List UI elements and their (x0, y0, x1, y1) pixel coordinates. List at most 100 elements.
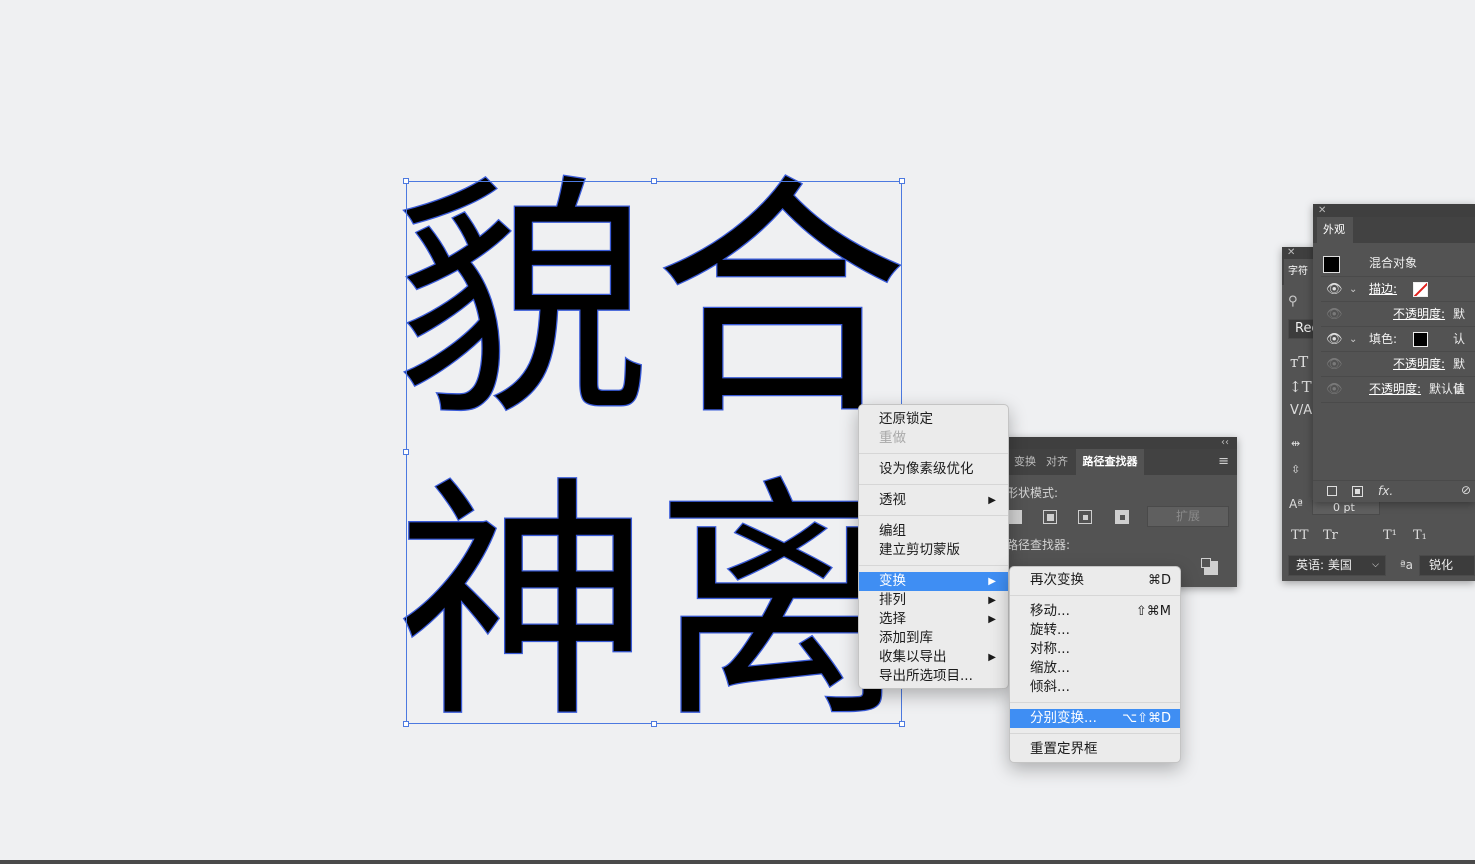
stroke-label[interactable]: 描边: (1369, 277, 1397, 302)
antialias-icon: ªa (1400, 558, 1414, 572)
menu-label: 选择 (879, 611, 906, 627)
chevron-down-icon: ⌵ (1372, 560, 1379, 570)
tab-transform[interactable]: 变换 (1006, 449, 1040, 475)
stroke-row[interactable]: 👁 ⌄ 描边: (1321, 276, 1475, 302)
menu-item-scale[interactable]: 缩放... (1010, 659, 1180, 678)
menu-item-reflect[interactable]: 对称... (1010, 640, 1180, 659)
handle-top-left[interactable] (403, 178, 409, 184)
menu-item-export-selection[interactable]: 导出所选项目... (859, 667, 1008, 686)
panel-menu-icon[interactable]: ≡ (1218, 454, 1229, 469)
tab-character[interactable]: 字符 (1284, 259, 1316, 285)
menu-item-pixel-optimize[interactable]: 设为像素级优化 (859, 460, 1008, 479)
menu-item-shear[interactable]: 倾斜... (1010, 678, 1180, 697)
antialias-select[interactable]: 锐化 (1419, 555, 1475, 576)
object-thumbnail (1323, 256, 1340, 273)
menu-label: 分别变换... (1030, 710, 1097, 726)
minus-front-icon[interactable] (1043, 510, 1057, 524)
menu-item-perspective[interactable]: 透视 ▶ (859, 491, 1008, 510)
menu-item-transform-again[interactable]: 再次变换 ⌘D (1010, 571, 1180, 590)
tracking-icon: ⇹ (1291, 437, 1301, 450)
menu-item-redo: 重做 (879, 430, 906, 446)
chevron-down-icon[interactable]: ⌄ (1349, 327, 1357, 352)
fill-black-swatch[interactable] (1413, 332, 1428, 347)
submenu-arrow-icon: ▶ (988, 576, 996, 587)
font-search-icon[interactable]: ⚲ (1288, 294, 1298, 309)
stroke-none-swatch[interactable] (1413, 282, 1428, 297)
leading-icon: ↕T (1289, 378, 1312, 396)
opacity-label[interactable]: 不透明度: (1393, 352, 1445, 377)
menu-item-transform[interactable]: 变换 ▶ (859, 572, 1008, 591)
appearance-close-icon[interactable]: ✕ (1318, 205, 1326, 216)
menu-separator (859, 565, 1008, 566)
fx-icon[interactable]: fx. (1378, 484, 1393, 498)
window-bottom-edge (0, 860, 1475, 864)
handle-top-right[interactable] (899, 178, 905, 184)
glyph-he[interactable]: 合 (653, 172, 909, 432)
subscript-button[interactable]: T₁ (1413, 528, 1427, 543)
fill-opacity-row[interactable]: 👁 不透明度: 默认 (1321, 351, 1475, 396)
menu-item-arrange[interactable]: 排列 ▶ (859, 591, 1008, 610)
handle-bottom-left[interactable] (403, 721, 409, 727)
eye-icon[interactable]: 👁 (1326, 327, 1343, 352)
tab-pathfinder[interactable]: 路径查找器 (1076, 449, 1144, 475)
appearance-panel: ✕ 外观 混合对象 👁 ⌄ 描边: 👁 不透明度: 默认 👁 ⌄ 填色: 👁 不… (1313, 204, 1475, 502)
menu-separator (859, 515, 1008, 516)
pathfinder-panel: ‹‹ 变换 对齐 路径查找器 ≡ 形状模式: 扩展 路径查找器: (1006, 437, 1237, 587)
unite-icon[interactable] (1008, 510, 1022, 524)
language-select[interactable]: 英语: 美国 ⌵ (1288, 555, 1386, 576)
appearance-object-row[interactable]: 混合对象 (1313, 251, 1475, 276)
superscript-button[interactable]: T¹ (1383, 528, 1397, 543)
menu-label: 排列 (879, 592, 906, 608)
opacity-label[interactable]: 不透明度: (1393, 302, 1445, 327)
transform-submenu: 再次变换 ⌘D 移动... ⇧⌘M 旋转... 对称... 缩放... 倾斜... … (1009, 566, 1181, 763)
menu-item-clipping-mask[interactable]: 建立剪切蒙版 (859, 541, 1008, 560)
handle-bottom-center[interactable] (651, 721, 657, 727)
expand-button[interactable]: 扩展 (1147, 506, 1229, 527)
menu-label: 变换 (879, 573, 906, 589)
menu-item-revert-lock[interactable]: 还原锁定 (859, 410, 1008, 429)
intersect-icon[interactable] (1078, 510, 1092, 524)
small-caps-button[interactable]: Tr (1323, 528, 1338, 543)
all-caps-button[interactable]: TT (1291, 528, 1309, 543)
fill-label[interactable]: 填色: (1369, 327, 1397, 352)
glyph-mao[interactable]: 貌 (395, 172, 651, 432)
menu-item-group[interactable]: 编组 (859, 522, 1008, 541)
appearance-title-bar[interactable] (1313, 204, 1475, 217)
handle-bottom-right[interactable] (899, 721, 905, 727)
menu-item-collect-export[interactable]: 收集以导出 ▶ (859, 648, 1008, 667)
character-close-icon[interactable]: ✕ (1287, 247, 1295, 258)
collapse-icon[interactable]: ‹‹ (1221, 437, 1229, 448)
menu-item-rotate[interactable]: 旋转... (1010, 621, 1180, 640)
menu-separator (859, 453, 1008, 454)
baseline-shift-icon: Aª (1289, 497, 1303, 511)
menu-item-add-to-library[interactable]: 添加到库 (859, 629, 1008, 648)
add-fill-icon[interactable] (1352, 486, 1363, 497)
stroke-opacity-row[interactable]: 👁 不透明度: 默认 (1321, 301, 1475, 346)
menu-item-move[interactable]: 移动... ⇧⌘M (1010, 602, 1180, 621)
shape-modes-label: 形状模式: (1006, 486, 1059, 500)
handle-middle-left[interactable] (403, 449, 409, 455)
tab-appearance[interactable]: 外观 (1317, 217, 1353, 243)
merge-icon[interactable] (1201, 558, 1218, 575)
eye-icon[interactable]: 👁 (1326, 377, 1343, 402)
exclude-icon[interactable] (1115, 510, 1129, 524)
handle-top-center[interactable] (651, 178, 657, 184)
menu-label: 收集以导出 (879, 649, 947, 665)
clear-appearance-icon[interactable]: ⊘ (1461, 483, 1471, 497)
menu-item-transform-each[interactable]: 分别变换... ⌥⇧⌘D (1010, 709, 1180, 728)
add-stroke-icon[interactable] (1327, 486, 1337, 496)
tab-align[interactable]: 对齐 (1042, 449, 1072, 475)
context-menu: 还原锁定 重做 设为像素级优化 透视 ▶ 编组 建立剪切蒙版 变换 ▶ 排列 ▶ 选择… (858, 404, 1009, 689)
eye-icon[interactable]: 👁 (1326, 302, 1343, 327)
appearance-footer: fx. ⊘ (1313, 480, 1475, 503)
eye-icon[interactable]: 👁 (1326, 352, 1343, 377)
object-opacity-row[interactable]: 👁 不透明度: 默认值 (1321, 376, 1475, 403)
fill-row[interactable]: 👁 ⌄ 填色: (1321, 326, 1475, 352)
eye-icon[interactable]: 👁 (1326, 277, 1343, 302)
chevron-down-icon[interactable]: ⌄ (1349, 277, 1357, 302)
menu-item-select[interactable]: 选择 ▶ (859, 610, 1008, 629)
opacity-label[interactable]: 不透明度: (1369, 377, 1421, 402)
panel-title-bar[interactable] (1006, 437, 1237, 449)
menu-item-reset-bounding-box[interactable]: 重置定界框 (1010, 740, 1180, 759)
glyph-shen[interactable]: 神 (395, 474, 651, 734)
